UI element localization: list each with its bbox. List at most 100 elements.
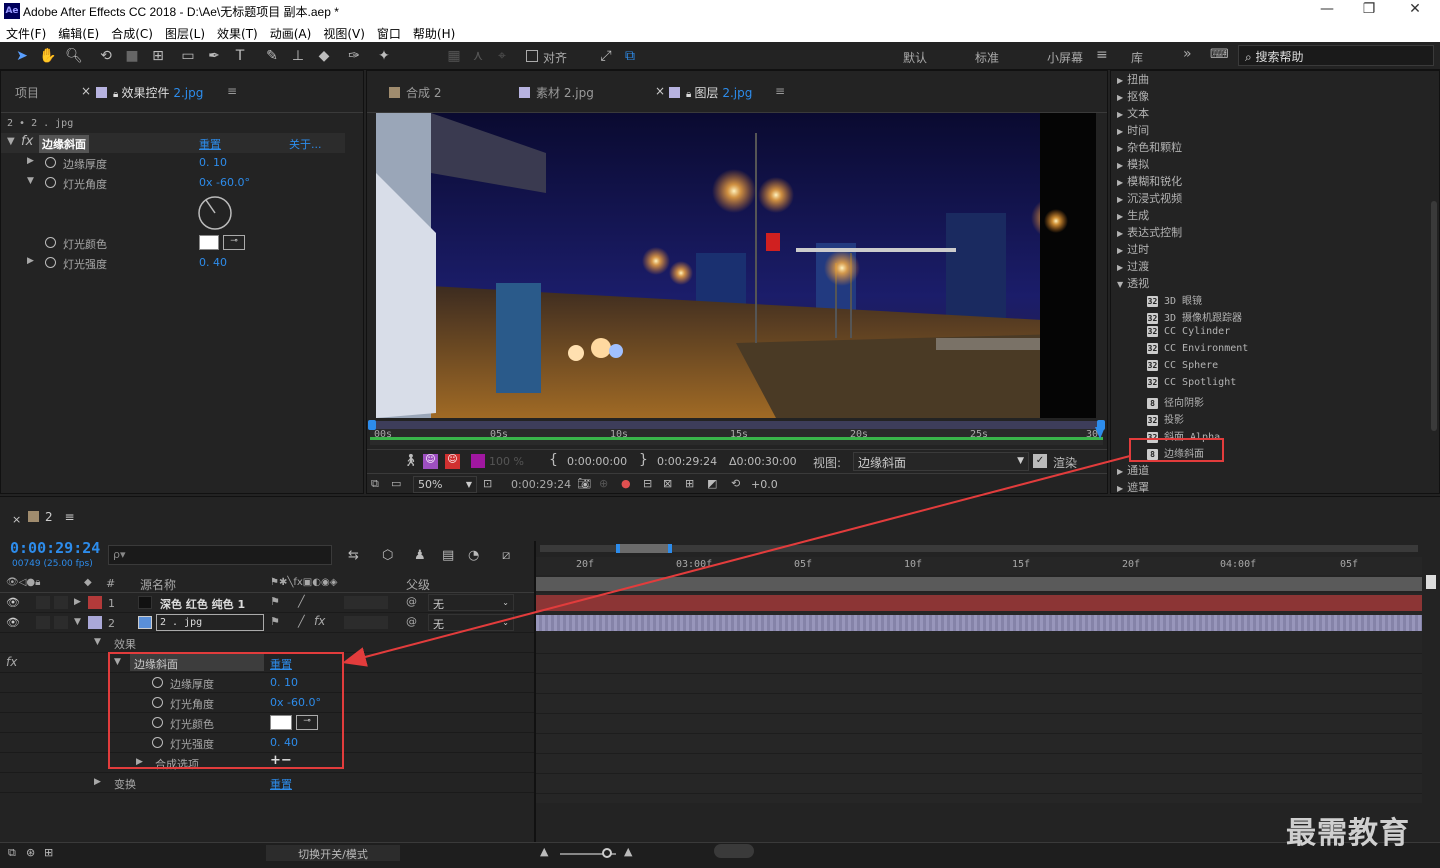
pen-tool-icon[interactable]: ✒	[204, 46, 224, 66]
stopwatch-icon[interactable]	[45, 176, 60, 189]
color-swatch[interactable]	[199, 235, 219, 250]
fx-icon[interactable]: fx	[21, 134, 33, 149]
shy-layers-icon[interactable]: ♟	[414, 548, 426, 563]
type-tool-icon[interactable]: T	[230, 46, 250, 66]
transform-row[interactable]: ▶ 变换 重置	[0, 773, 534, 793]
region-of-interest-icon[interactable]: ⊟	[643, 477, 652, 490]
effect-category-perspective[interactable]: ▼ 透视	[1117, 275, 1149, 292]
eraser-tool-icon[interactable]: ◆	[314, 46, 334, 66]
effect-item[interactable]: 32 3D 摄像机跟踪器	[1147, 309, 1242, 326]
zoom-tool-icon[interactable]: 🔍︎	[64, 46, 84, 66]
effect-category[interactable]: ▶ 模糊和锐化	[1117, 173, 1182, 190]
effects-group-row[interactable]: ▼ 效果	[0, 633, 534, 653]
effect-category[interactable]: ▶ 表达式控制	[1117, 224, 1182, 241]
exposure-value[interactable]: +0.0	[751, 478, 778, 491]
render-checkbox[interactable]: ✓	[1033, 454, 1047, 468]
render-cache-icon[interactable]: ☺	[445, 454, 460, 469]
eyedropper-icon[interactable]: ⊸	[223, 235, 245, 250]
prop-value[interactable]: 0x -60.0°	[199, 176, 250, 189]
menu-help[interactable]: 帮助(H)	[407, 22, 461, 42]
zoom-dropdown[interactable]: 50% ▼	[413, 476, 477, 493]
effect-category[interactable]: ▶ 扭曲	[1117, 71, 1149, 88]
time-ruler[interactable]: 20f 03:00f 05f 10f 15f 20f 04:00f 05f	[536, 541, 1440, 593]
lock-toggle[interactable]	[54, 616, 68, 629]
snap-option-icon[interactable]: ⤢	[596, 46, 616, 66]
tab-close-icon[interactable]: ×	[81, 84, 91, 98]
time-navigator-handle[interactable]	[616, 544, 672, 553]
prop-value[interactable]: 0. 40	[199, 256, 227, 269]
roto-brush-tool-icon[interactable]: ✑	[344, 46, 364, 66]
comp-flowchart-icon[interactable]: ⇆	[348, 548, 359, 563]
parent-column[interactable]: 父级	[406, 576, 430, 593]
monitor-icon[interactable]: ▭	[391, 477, 401, 490]
menu-file[interactable]: 文件(F)	[0, 22, 52, 42]
in-bracket-icon[interactable]: {	[549, 452, 558, 468]
expand-duration-pane-icon[interactable]: ⊞	[44, 846, 53, 859]
work-area-bar[interactable]	[370, 421, 1103, 429]
out-bracket-icon[interactable]: }	[639, 452, 648, 468]
solo-toggle[interactable]	[36, 596, 50, 609]
motion-path-icon[interactable]: 🚶︎	[403, 453, 418, 467]
expand-arrow-icon[interactable]: ▶	[74, 597, 81, 607]
parent-dropdown[interactable]: 无 ⌄	[428, 614, 514, 631]
opacity-value[interactable]: 100 %	[489, 455, 524, 468]
panel-splitter[interactable]	[534, 541, 536, 843]
switches-column-icon[interactable]: ⚑✱╲fx▣◐◉◈	[270, 577, 337, 588]
menu-effect[interactable]: 效果(T)	[211, 22, 264, 42]
layer-name[interactable]: 深色 红色 纯色 1	[160, 596, 245, 612]
layer-row-2[interactable]: 👁︎ ▼ 2 2 . jpg ⚑ ╱ fx @ 无 ⌄	[0, 613, 534, 633]
shy-switch-icon[interactable]: ⚑	[270, 615, 280, 628]
channels-icon[interactable]: ●	[621, 477, 631, 490]
workspace-standard[interactable]: 标准	[975, 49, 999, 66]
layer-bar-1[interactable]	[536, 595, 1422, 611]
always-preview-icon[interactable]: ⧉	[371, 477, 379, 491]
tab-composition[interactable]: 合成 2	[389, 84, 441, 101]
camera-tool-icon[interactable]: ■	[122, 46, 142, 66]
fx-switch-icon[interactable]: fx	[314, 614, 325, 628]
draft-3d-icon[interactable]: ⬡	[382, 548, 393, 563]
restore-button[interactable]: ❐	[1354, 1, 1384, 17]
collapse-arrow-icon[interactable]: ▼	[94, 637, 101, 647]
panel-menu-icon[interactable]: ≡	[775, 84, 785, 98]
expand-layer-switches-icon[interactable]: ⧉	[8, 846, 16, 860]
tab-effect-controls[interactable]: 🔒︎ 效果控件 2.jpg	[96, 84, 203, 101]
stopwatch-icon[interactable]	[45, 256, 60, 269]
current-time-display[interactable]: 0:00:29:24	[511, 478, 571, 491]
snap-checkbox[interactable]	[526, 50, 538, 62]
reset-link[interactable]: 重置	[270, 776, 292, 792]
menu-layer[interactable]: 图层(L)	[159, 22, 211, 42]
layer-search-input[interactable]: ρ▾	[108, 545, 332, 565]
panel-menu-icon[interactable]: ≡	[64, 510, 74, 524]
rectangle-tool-icon[interactable]: ▭	[178, 46, 198, 66]
effect-category[interactable]: ▶ 遮罩	[1117, 479, 1149, 496]
lock-toggle[interactable]	[54, 596, 68, 609]
av-features-icon[interactable]: 👁︎◁●🔒︎	[6, 577, 40, 588]
effect-category[interactable]: ▶ 过时	[1117, 241, 1149, 258]
motion-blur-icon[interactable]: ◔	[468, 548, 479, 563]
menu-window[interactable]: 窗口	[371, 22, 407, 42]
prop-value[interactable]: 0. 10	[199, 156, 227, 169]
track-area[interactable]	[536, 593, 1422, 803]
scrollbar[interactable]	[1431, 201, 1437, 431]
menu-view[interactable]: 视图(V)	[317, 22, 371, 42]
effect-item[interactable]: 32 CC Cylinder	[1147, 326, 1230, 343]
pan-behind-tool-icon[interactable]: ⊞	[148, 46, 168, 66]
effect-item[interactable]: 32 CC Sphere	[1147, 360, 1218, 377]
hand-tool-icon[interactable]: ✋	[38, 46, 58, 66]
stopwatch-icon[interactable]	[45, 156, 60, 169]
effect-item[interactable]: 32 CC Environment	[1147, 343, 1248, 360]
clone-stamp-tool-icon[interactable]: ⊥	[288, 46, 308, 66]
collapse-arrow-icon[interactable]: ▼	[7, 136, 15, 147]
pick-whip-icon[interactable]: @	[406, 595, 417, 608]
world-axis-icon[interactable]: ⋏	[468, 46, 488, 66]
layer-name[interactable]: 2 . jpg	[156, 614, 264, 631]
layer-row-1[interactable]: 👁︎ ▶ 1 深色 红色 纯色 1 ⚑ ╱ @ 无 ⌄	[0, 593, 534, 613]
help-search-field[interactable]: ⌕ 搜索帮助	[1238, 45, 1434, 66]
onion-skin-icon[interactable]: ☺	[423, 454, 438, 469]
tab-project[interactable]: 项目	[15, 84, 39, 101]
pick-whip-icon[interactable]: @	[406, 615, 417, 628]
expand-transfer-controls-icon[interactable]: ⊛	[26, 846, 35, 859]
safe-margins-icon[interactable]: ⊡	[483, 477, 492, 490]
visibility-eye-icon[interactable]: 👁︎	[6, 616, 20, 629]
effect-header-row[interactable]: ▼ fx 边缘斜面 重置 关于...	[1, 133, 345, 153]
